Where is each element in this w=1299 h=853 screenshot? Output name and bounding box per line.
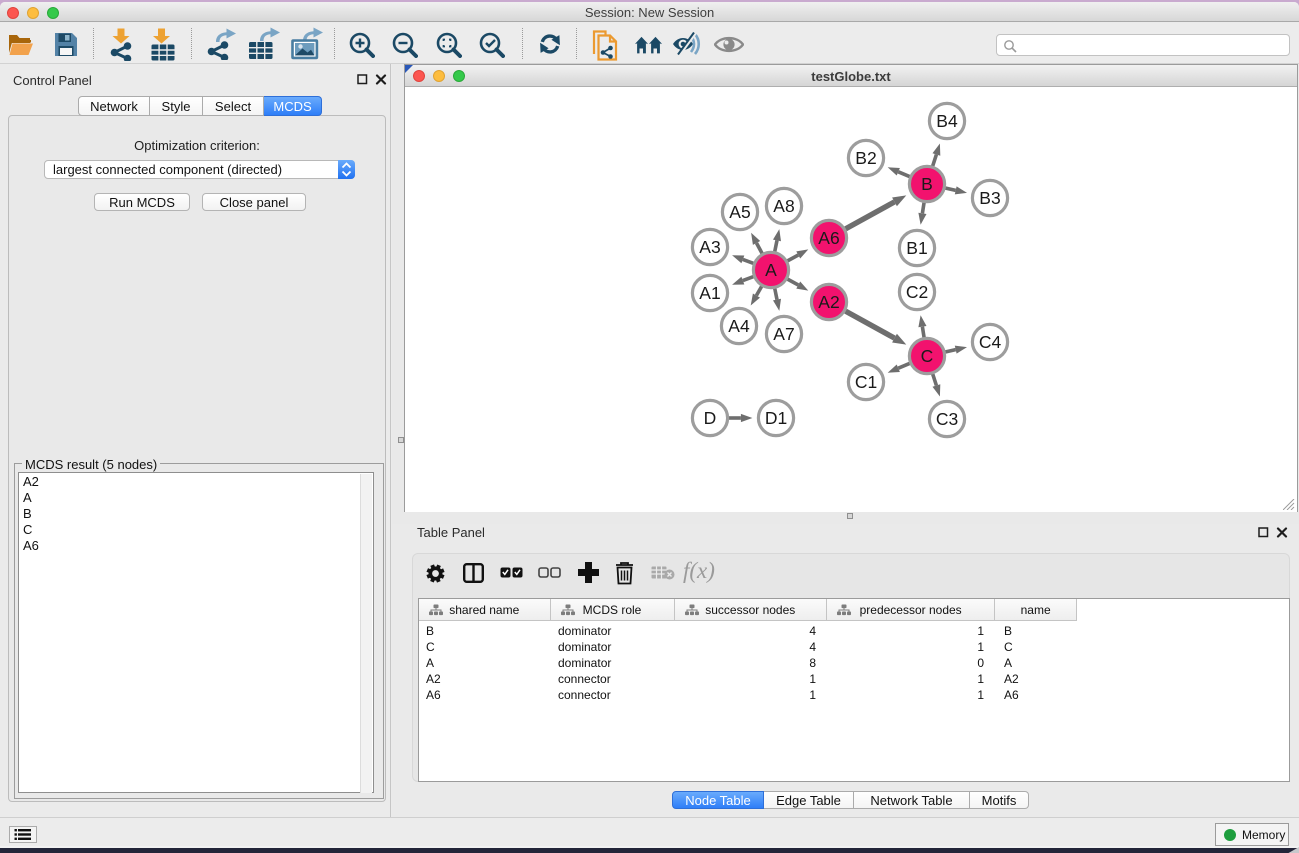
svg-text:C2: C2 bbox=[906, 282, 928, 302]
svg-text:B: B bbox=[921, 174, 933, 194]
svg-text:B2: B2 bbox=[855, 148, 876, 168]
svg-text:A6: A6 bbox=[818, 228, 839, 248]
svg-text:B3: B3 bbox=[979, 188, 1000, 208]
svg-text:B1: B1 bbox=[906, 238, 927, 258]
svg-text:B4: B4 bbox=[936, 111, 958, 131]
svg-text:C4: C4 bbox=[979, 332, 1002, 352]
svg-text:A2: A2 bbox=[818, 292, 839, 312]
svg-text:D: D bbox=[704, 408, 717, 428]
svg-text:A7: A7 bbox=[773, 324, 794, 344]
svg-text:A4: A4 bbox=[728, 316, 750, 336]
svg-text:A5: A5 bbox=[729, 202, 750, 222]
svg-text:A3: A3 bbox=[699, 237, 720, 257]
svg-text:A: A bbox=[765, 260, 777, 280]
svg-text:C3: C3 bbox=[936, 409, 958, 429]
svg-text:D1: D1 bbox=[765, 408, 787, 428]
svg-text:A8: A8 bbox=[773, 196, 794, 216]
svg-text:C: C bbox=[921, 346, 934, 366]
svg-text:A1: A1 bbox=[699, 283, 720, 303]
svg-text:C1: C1 bbox=[855, 372, 877, 392]
